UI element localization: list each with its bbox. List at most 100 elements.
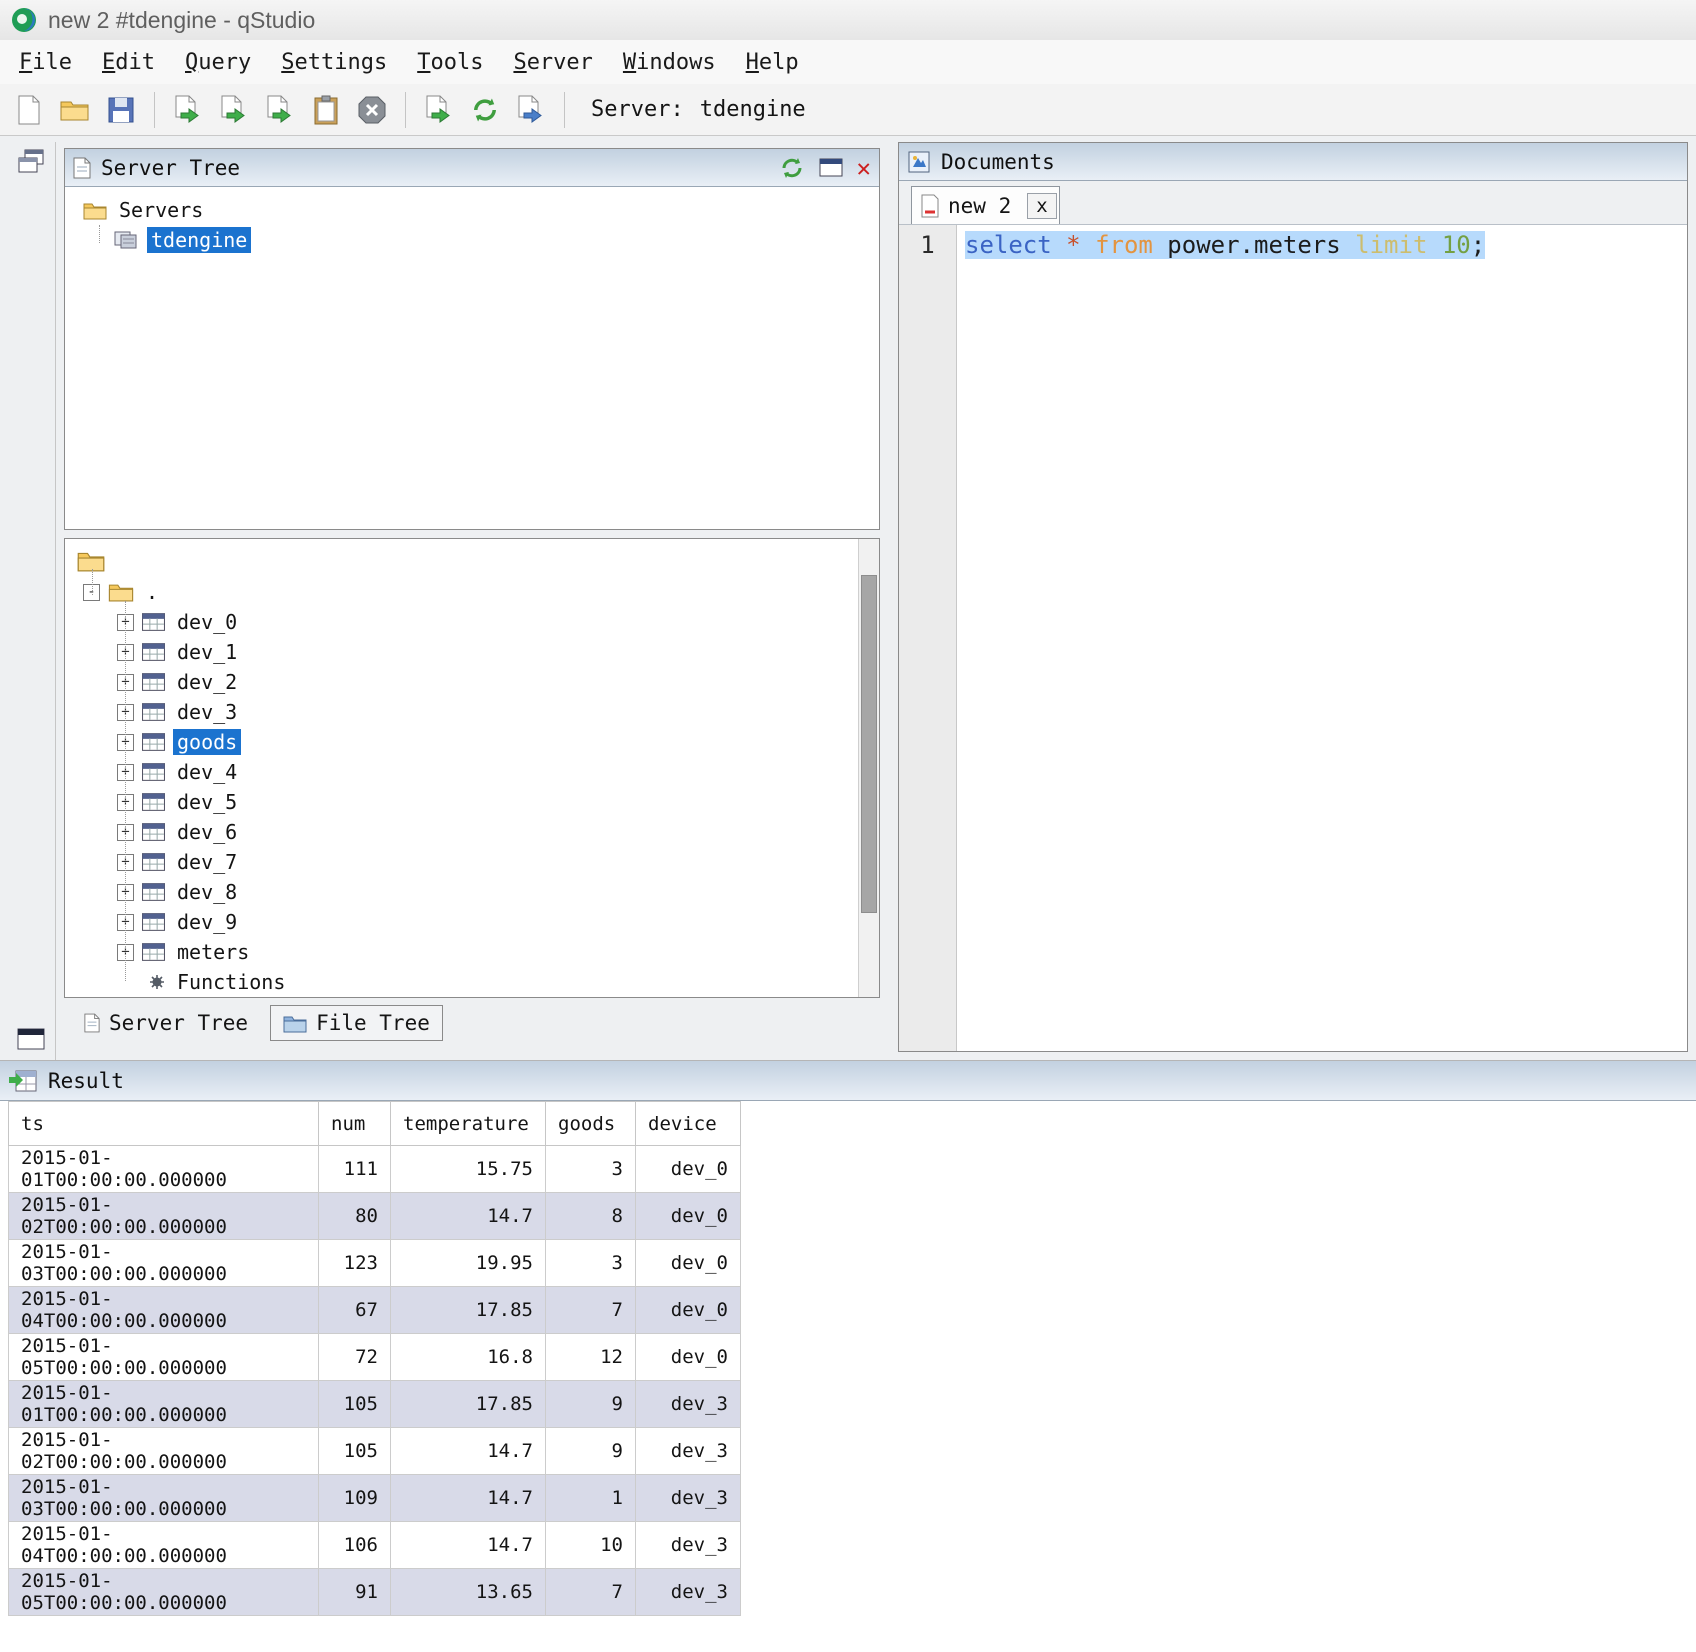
tab-server-tree[interactable]: Server Tree: [72, 1006, 260, 1040]
tree-item-label[interactable]: goods: [173, 729, 241, 755]
result-column-header[interactable]: goods: [546, 1102, 636, 1146]
run-query-button[interactable]: [167, 89, 209, 131]
result-cell[interactable]: dev_3: [636, 1522, 741, 1569]
result-cell[interactable]: 3: [546, 1146, 636, 1193]
file-tree-item[interactable]: +dev_2: [65, 667, 879, 697]
result-column-header[interactable]: num: [319, 1102, 391, 1146]
file-tree-item[interactable]: +dev_0: [65, 607, 879, 637]
result-cell[interactable]: dev_0: [636, 1334, 741, 1381]
result-cell[interactable]: 12: [546, 1334, 636, 1381]
result-cell[interactable]: 2015-01-05T00:00:00.000000: [9, 1569, 319, 1616]
result-cell[interactable]: 2015-01-02T00:00:00.000000: [9, 1193, 319, 1240]
server-node-tdengine[interactable]: tdengine: [65, 225, 879, 255]
result-cell[interactable]: dev_0: [636, 1193, 741, 1240]
result-cell[interactable]: 14.7: [391, 1475, 546, 1522]
result-cell[interactable]: 105: [319, 1428, 391, 1475]
servers-root-label[interactable]: Servers: [115, 197, 207, 223]
menu-file[interactable]: File: [4, 45, 87, 80]
menu-tools[interactable]: Tools: [402, 45, 498, 80]
functions-node-label[interactable]: Functions: [173, 969, 289, 995]
result-cell[interactable]: 2015-01-01T00:00:00.000000: [9, 1381, 319, 1428]
result-row[interactable]: 2015-01-03T00:00:00.00000010914.71dev_3: [9, 1475, 741, 1522]
result-cell[interactable]: 9: [546, 1428, 636, 1475]
result-cell[interactable]: 2015-01-04T00:00:00.000000: [9, 1287, 319, 1334]
result-cell[interactable]: 2015-01-03T00:00:00.000000: [9, 1240, 319, 1287]
result-row[interactable]: 2015-01-01T00:00:00.00000011115.753dev_0: [9, 1146, 741, 1193]
file-tree-item[interactable]: +dev_6: [65, 817, 879, 847]
result-cell[interactable]: 67: [319, 1287, 391, 1334]
result-row[interactable]: 2015-01-03T00:00:00.00000012319.953dev_0: [9, 1240, 741, 1287]
scrollbar-thumb[interactable]: [861, 575, 877, 913]
restore-panel-icon[interactable]: [17, 1028, 45, 1050]
result-cell[interactable]: 105: [319, 1381, 391, 1428]
tree-item-label[interactable]: dev_1: [173, 639, 241, 665]
tree-item-label[interactable]: dev_7: [173, 849, 241, 875]
result-cell[interactable]: 16.8: [391, 1334, 546, 1381]
cascade-windows-icon[interactable]: [17, 148, 45, 176]
file-tree-item[interactable]: +dev_5: [65, 787, 879, 817]
open-file-button[interactable]: [54, 89, 96, 131]
tree-item-label[interactable]: dev_2: [173, 669, 241, 695]
file-tree-item[interactable]: +dev_3: [65, 697, 879, 727]
close-panel-icon[interactable]: ✕: [857, 156, 871, 180]
send-query-button[interactable]: [418, 89, 460, 131]
result-cell[interactable]: 10: [546, 1522, 636, 1569]
tree-item-label[interactable]: dev_4: [173, 759, 241, 785]
result-cell[interactable]: dev_3: [636, 1428, 741, 1475]
database-node[interactable]: - .: [65, 577, 879, 607]
menu-server[interactable]: Server: [498, 45, 607, 80]
result-cell[interactable]: 109: [319, 1475, 391, 1522]
maximize-panel-icon[interactable]: [819, 158, 843, 177]
menu-settings[interactable]: Settings: [266, 45, 402, 80]
file-tree-item[interactable]: +dev_7: [65, 847, 879, 877]
result-cell[interactable]: dev_3: [636, 1381, 741, 1428]
result-cell[interactable]: 111: [319, 1146, 391, 1193]
server-node-label[interactable]: tdengine: [147, 227, 251, 253]
new-file-button[interactable]: [8, 89, 50, 131]
result-cell[interactable]: 7: [546, 1569, 636, 1616]
tree-item-label[interactable]: dev_6: [173, 819, 241, 845]
run-line-button[interactable]: [213, 89, 255, 131]
tree-item-label[interactable]: dev_5: [173, 789, 241, 815]
result-cell[interactable]: dev_0: [636, 1287, 741, 1334]
result-cell[interactable]: dev_3: [636, 1569, 741, 1616]
tab-close-button[interactable]: x: [1027, 193, 1056, 219]
result-cell[interactable]: 123: [319, 1240, 391, 1287]
sql-editor[interactable]: 1 select * from power.meters limit 10;: [899, 225, 1687, 1051]
result-cell[interactable]: 80: [319, 1193, 391, 1240]
result-column-header[interactable]: device: [636, 1102, 741, 1146]
result-cell[interactable]: dev_0: [636, 1146, 741, 1193]
result-cell[interactable]: 2015-01-01T00:00:00.000000: [9, 1146, 319, 1193]
export-result-button[interactable]: [510, 89, 552, 131]
result-cell[interactable]: 72: [319, 1334, 391, 1381]
result-cell[interactable]: 3: [546, 1240, 636, 1287]
result-cell[interactable]: 14.7: [391, 1428, 546, 1475]
database-node-label[interactable]: .: [142, 579, 162, 605]
menu-windows[interactable]: Windows: [608, 45, 731, 80]
result-cell[interactable]: 9: [546, 1381, 636, 1428]
refresh-tree-icon[interactable]: [779, 156, 805, 180]
result-column-header[interactable]: temperature: [391, 1102, 546, 1146]
result-row[interactable]: 2015-01-04T00:00:00.00000010614.710dev_3: [9, 1522, 741, 1569]
result-cell[interactable]: 7: [546, 1287, 636, 1334]
result-cell[interactable]: 2015-01-02T00:00:00.000000: [9, 1428, 319, 1475]
result-cell[interactable]: 14.7: [391, 1193, 546, 1240]
result-cell[interactable]: 19.95: [391, 1240, 546, 1287]
result-cell[interactable]: 15.75: [391, 1146, 546, 1193]
result-column-header[interactable]: ts: [9, 1102, 319, 1146]
refresh-query-button[interactable]: [464, 89, 506, 131]
tree-item-label[interactable]: dev_9: [173, 909, 241, 935]
server-selector[interactable]: tdengine: [700, 97, 880, 122]
result-cell[interactable]: 13.65: [391, 1569, 546, 1616]
result-cell[interactable]: dev_0: [636, 1240, 741, 1287]
tree-item-label[interactable]: meters: [173, 939, 253, 965]
result-row[interactable]: 2015-01-04T00:00:00.0000006717.857dev_0: [9, 1287, 741, 1334]
result-cell[interactable]: dev_3: [636, 1475, 741, 1522]
result-row[interactable]: 2015-01-01T00:00:00.00000010517.859dev_3: [9, 1381, 741, 1428]
servers-root-node[interactable]: Servers: [65, 195, 879, 225]
result-row[interactable]: 2015-01-05T00:00:00.0000009113.657dev_3: [9, 1569, 741, 1616]
menu-edit[interactable]: Edit: [87, 45, 170, 80]
tab-file-tree[interactable]: File Tree: [270, 1005, 443, 1041]
run-selection-button[interactable]: [259, 89, 301, 131]
result-cell[interactable]: 8: [546, 1193, 636, 1240]
